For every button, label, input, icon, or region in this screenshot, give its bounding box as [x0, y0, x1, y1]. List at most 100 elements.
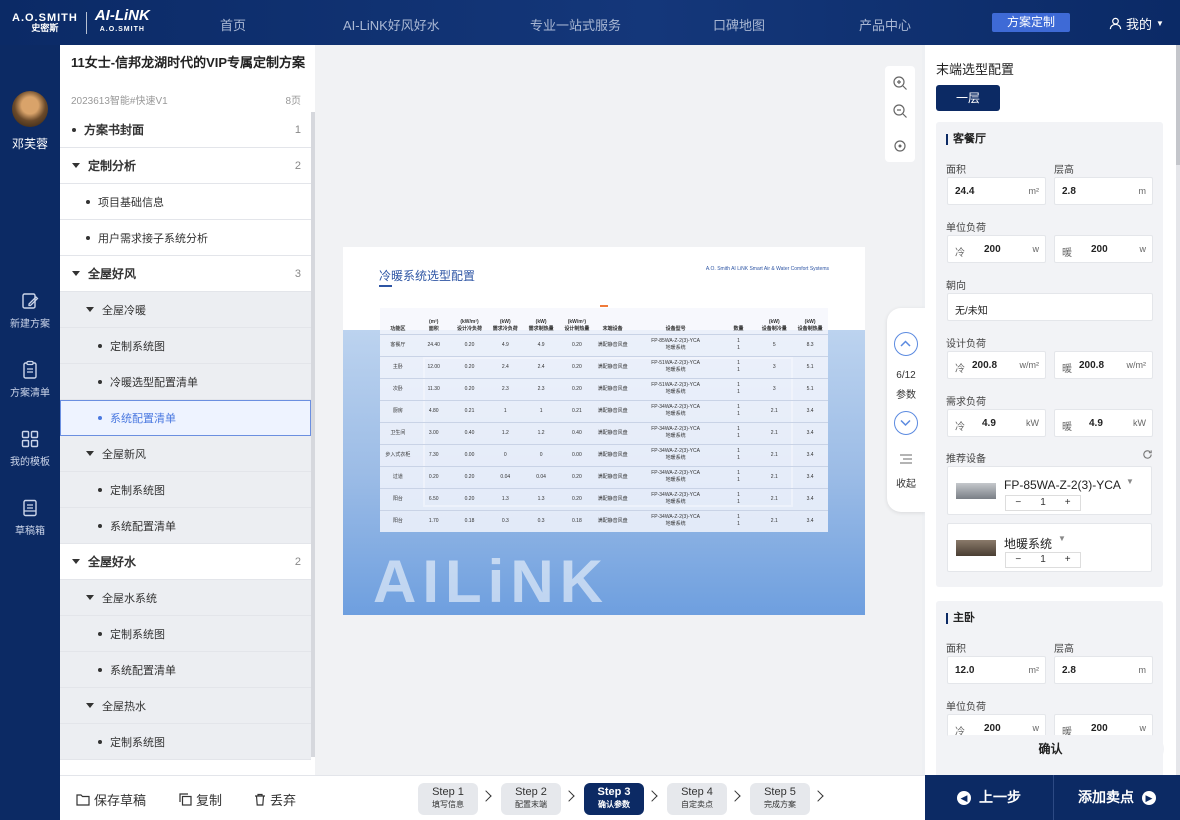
outline-item-active[interactable]: 系统配置清单: [60, 400, 311, 436]
table-cell: 3: [756, 377, 793, 400]
zoom-out-icon[interactable]: [892, 103, 908, 119]
table-row: 卫生间 3.00 0.40 1.2 1.2 0.40 满配静音风盘 FP-34WA-Z-2(3…: [380, 421, 828, 444]
caret-down-icon[interactable]: [72, 271, 80, 276]
nav-ailink[interactable]: AI-LiNK好风好水: [343, 15, 440, 34]
confirm-button[interactable]: 确认: [937, 735, 1164, 763]
table-cell: 0.20: [558, 333, 595, 356]
collapse-label[interactable]: 收起: [887, 475, 925, 490]
minus-button[interactable]: −: [1006, 553, 1031, 567]
design-cool-field[interactable]: 冷 200.8 w/m²: [947, 351, 1046, 379]
sidebar-item-drafts[interactable]: 草稿箱: [0, 498, 60, 537]
collapse-icon[interactable]: [899, 453, 913, 465]
need-heat-field[interactable]: 暖 4.9 kW: [1054, 409, 1153, 437]
avatar[interactable]: [12, 91, 48, 127]
sidebar-item-templates[interactable]: 我的模板: [0, 429, 60, 468]
nav-service[interactable]: 专业一站式服务: [530, 15, 621, 34]
nav-solution-custom[interactable]: 方案定制: [992, 13, 1070, 32]
table-cell: FP-51WA-Z-2(3)-YCA 地暖系统: [630, 377, 721, 400]
device-card[interactable]: FP-85WA-Z-2(3)-YCA ▼ −1 +: [947, 466, 1152, 515]
plus-button[interactable]: +: [1055, 553, 1080, 567]
unit-cool-field[interactable]: 冷 200 w: [947, 235, 1046, 263]
bullet-icon: [98, 416, 102, 420]
caret-down-icon[interactable]: ▼: [1126, 477, 1134, 486]
caret-down-icon[interactable]: [86, 307, 94, 312]
outline-item[interactable]: 冷暖选型配置清单: [60, 364, 311, 400]
plus-button[interactable]: +: [1055, 496, 1080, 510]
sidebar-item-new-plan[interactable]: 新建方案: [0, 291, 60, 330]
copy-button[interactable]: 复制: [179, 790, 222, 809]
area-field[interactable]: 24.4 m²: [947, 177, 1046, 205]
outline-item[interactable]: 系统配置清单: [60, 508, 311, 544]
preview-watermark: AILiNK: [373, 548, 609, 615]
step-2[interactable]: Step 2 配置末端: [501, 783, 561, 815]
table-cell: 0.20: [451, 487, 488, 510]
step-5[interactable]: Step 5 完成方案: [750, 783, 810, 815]
nav-map[interactable]: 口碑地图: [713, 15, 765, 34]
config-scrollbar-thumb[interactable]: [1176, 45, 1180, 165]
bullet-icon: [98, 379, 102, 384]
need-cool-field[interactable]: 冷 4.9 kW: [947, 409, 1046, 437]
outline-item[interactable]: 定制系统图: [60, 328, 311, 364]
save-draft-button[interactable]: 保存草稿: [76, 790, 146, 809]
table-header: (kW) 需求冷负荷: [492, 318, 518, 332]
chevron-down-icon[interactable]: [894, 411, 918, 435]
table-cell: 11.30: [415, 377, 452, 400]
outline-item[interactable]: 全屋热水: [60, 688, 311, 724]
prev-step-button[interactable]: ◀ 上一步: [925, 775, 1053, 820]
quantity-value[interactable]: 1: [1031, 553, 1056, 567]
minus-button[interactable]: −: [1006, 496, 1031, 510]
outline-item[interactable]: 项目基础信息: [60, 184, 311, 220]
outline-item[interactable]: 全屋水系统: [60, 580, 311, 616]
table-cell: 2.1: [756, 399, 793, 422]
outline-item[interactable]: 定制系统图: [60, 616, 311, 652]
caret-down-icon[interactable]: [86, 703, 94, 708]
outline-item[interactable]: 全屋新风: [60, 436, 311, 472]
design-heat-field[interactable]: 暖 200.8 w/m²: [1054, 351, 1153, 379]
refresh-icon[interactable]: [1142, 449, 1153, 460]
outline-item-label: 全屋热水: [102, 700, 146, 713]
caret-down-icon[interactable]: [72, 163, 80, 168]
user-menu[interactable]: 我的 ▼: [1109, 14, 1164, 33]
device-card[interactable]: 地暖系统 ▼ −1 +: [947, 523, 1152, 572]
orientation-field[interactable]: 无/未知: [947, 293, 1153, 321]
quantity-stepper[interactable]: −1 +: [1005, 552, 1081, 568]
caret-down-icon[interactable]: [86, 595, 94, 600]
step-3-current[interactable]: Step 3 确认参数: [584, 783, 644, 815]
sidebar-item-plan-list[interactable]: 方案清单: [0, 360, 60, 399]
height-field[interactable]: 2.8 m: [1054, 656, 1153, 684]
height-field[interactable]: 2.8 m: [1054, 177, 1153, 205]
add-selling-point-button[interactable]: 添加卖点 ▶: [1053, 775, 1180, 820]
table-cell: 0.40: [558, 421, 595, 444]
outline-item[interactable]: 系统配置清单: [60, 652, 311, 688]
outline-item[interactable]: 定制分析 2: [60, 148, 311, 184]
caret-down-icon[interactable]: ▼: [1058, 534, 1066, 543]
table-cell: 满配静音风盘: [594, 487, 631, 510]
unit-heat-field[interactable]: 暖 200 w: [1054, 235, 1153, 263]
nav-home[interactable]: 首页: [220, 15, 246, 34]
outline-item[interactable]: 全屋好风 3: [60, 256, 311, 292]
arrow-right-circle-icon: ▶: [1142, 791, 1156, 806]
caret-down-icon[interactable]: [86, 451, 94, 456]
zoom-in-icon[interactable]: [892, 75, 908, 91]
area-field[interactable]: 12.0 m²: [947, 656, 1046, 684]
table-cell: FP-34WA-Z-2(3)-YCA 地暖系统: [630, 509, 721, 532]
nav-products[interactable]: 产品中心: [859, 15, 911, 34]
chevron-up-icon[interactable]: [894, 332, 918, 356]
quantity-value[interactable]: 1: [1031, 496, 1056, 510]
quantity-stepper[interactable]: −1 +: [1005, 495, 1081, 511]
caret-down-icon[interactable]: [72, 559, 80, 564]
cool-prefix: 冷: [955, 364, 965, 375]
outline-item[interactable]: 全屋好水 2: [60, 544, 311, 580]
outline-item[interactable]: 用户需求接子系统分析: [60, 220, 311, 256]
outline-item[interactable]: 定制系统图: [60, 472, 311, 508]
locate-icon[interactable]: [892, 138, 908, 154]
outline-item[interactable]: 方案书封面 1: [60, 112, 311, 148]
config-panel: 末端选型配置 一层 客餐厅 面积 层高 24.4 m² 2.8 m 单位负荷 冷 20…: [925, 45, 1180, 775]
design-heat-unit: w/m²: [1126, 360, 1147, 370]
step-1[interactable]: Step 1 填写信息: [418, 783, 478, 815]
discard-button[interactable]: 丢弃: [254, 790, 296, 809]
floor-tab[interactable]: 一层: [936, 85, 1000, 111]
outline-item[interactable]: 全屋冷暖: [60, 292, 311, 328]
step-4[interactable]: Step 4 自定卖点: [667, 783, 727, 815]
outline-item[interactable]: 定制系统图: [60, 724, 311, 760]
